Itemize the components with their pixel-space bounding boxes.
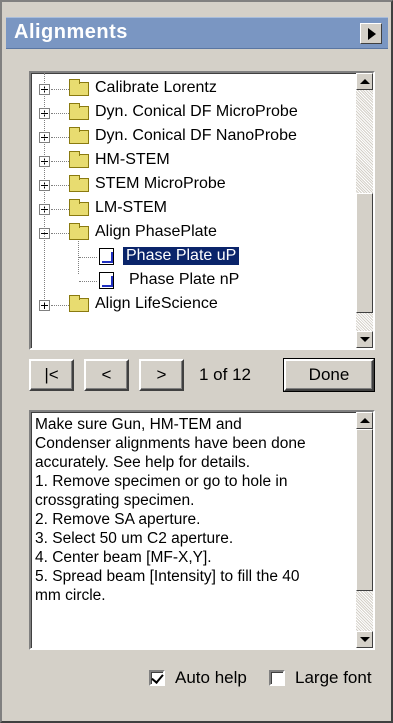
panel-menu-button[interactable] <box>360 23 382 44</box>
tree-item-label: Align PhasePlate <box>95 223 217 240</box>
document-icon <box>99 272 114 289</box>
help-line: accurately. See help for details. <box>35 454 251 471</box>
scroll-thumb[interactable] <box>356 429 373 591</box>
panel-titlebar: Alignments <box>6 17 388 49</box>
tree-item-phase-plate-np[interactable]: Phase Plate nP <box>31 269 341 293</box>
done-button[interactable]: Done <box>283 358 375 392</box>
tree-item-dyn-conical-df-microprobe[interactable]: Dyn. Conical DF MicroProbe <box>31 101 341 125</box>
tree-item-hm-stem[interactable]: HM-STEM <box>31 149 341 173</box>
alignments-panel: Alignments Calibrate Lorentz Dyn. Conica… <box>0 0 393 723</box>
scroll-down-arrow-icon[interactable] <box>356 631 373 648</box>
large-font-checkbox[interactable] <box>269 670 285 686</box>
tree-item-label: Dyn. Conical DF MicroProbe <box>95 103 298 120</box>
help-line: crossgrating specimen. <box>35 492 195 509</box>
auto-help-label: Auto help <box>175 668 247 687</box>
scroll-up-arrow-icon[interactable] <box>356 412 373 429</box>
folder-icon <box>69 223 89 240</box>
scroll-down-arrow-icon[interactable] <box>356 331 373 348</box>
alignment-tree[interactable]: Calibrate Lorentz Dyn. Conical DF MicroP… <box>29 71 375 350</box>
page-indicator: 1 of 12 <box>199 365 251 384</box>
help-line: Condenser alignments have been done <box>35 435 306 452</box>
tree-item-label: STEM MicroProbe <box>95 175 226 192</box>
previous-button[interactable]: < <box>84 359 129 391</box>
tree-item-label: Calibrate Lorentz <box>95 79 217 96</box>
large-font-label: Large font <box>295 668 372 687</box>
auto-help-checkbox[interactable] <box>149 670 165 686</box>
folder-icon <box>69 79 89 96</box>
tree-item-label: Dyn. Conical DF NanoProbe <box>95 127 297 144</box>
tree-item-phase-plate-up[interactable]: Phase Plate uP <box>31 245 341 269</box>
next-button[interactable]: > <box>139 359 184 391</box>
help-line: 4. Center beam [MF-X,Y]. <box>35 549 212 566</box>
folder-icon <box>69 199 89 216</box>
tree-item-label: HM-STEM <box>95 151 170 168</box>
help-scrollbar[interactable] <box>356 412 373 648</box>
tree-item-stem-microprobe[interactable]: STEM MicroProbe <box>31 173 341 197</box>
help-text-box[interactable]: Make sure Gun, HM-TEM and Condenser alig… <box>29 410 375 650</box>
scroll-thumb[interactable] <box>356 193 373 313</box>
scroll-up-arrow-icon[interactable] <box>356 73 373 90</box>
tree-scrollbar[interactable] <box>356 73 373 348</box>
tree-item-label: Phase Plate nP <box>129 271 240 288</box>
document-icon <box>99 248 114 265</box>
help-line: 3. Select 50 um C2 aperture. <box>35 530 234 547</box>
tree-item-label: LM-STEM <box>95 199 167 216</box>
help-line: 2. Remove SA aperture. <box>35 511 201 528</box>
help-line: mm circle. <box>35 587 106 604</box>
help-line: 5. Spread beam [Intensity] to fill the 4… <box>35 568 300 585</box>
folder-icon <box>69 127 89 144</box>
tree-item-lm-stem[interactable]: LM-STEM <box>31 197 341 221</box>
tree-item-dyn-conical-df-nanoprobe[interactable]: Dyn. Conical DF NanoProbe <box>31 125 341 149</box>
panel-title: Alignments <box>14 21 128 43</box>
tree-item-calibrate-lorentz[interactable]: Calibrate Lorentz <box>31 77 341 101</box>
first-button[interactable]: |< <box>29 359 74 391</box>
folder-icon <box>69 175 89 192</box>
folder-icon <box>69 103 89 120</box>
help-line: Make sure Gun, HM-TEM and <box>35 416 242 433</box>
folder-icon <box>69 295 89 312</box>
help-line: 1. Remove specimen or go to hole in <box>35 473 288 490</box>
folder-icon <box>69 151 89 168</box>
tree-item-label: Align LifeScience <box>95 295 218 312</box>
tree-item-align-lifescience[interactable]: Align LifeScience <box>31 293 341 317</box>
tree-item-label-selected: Phase Plate uP <box>121 246 241 266</box>
